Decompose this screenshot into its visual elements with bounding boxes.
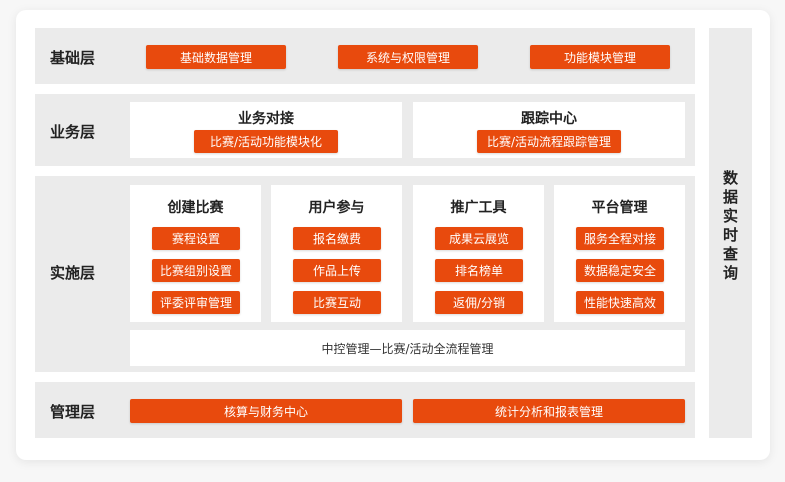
impl-item: 报名缴费 [293, 227, 381, 250]
impl-item: 比赛组别设置 [152, 259, 240, 282]
management-item-statistics: 统计分析和报表管理 [413, 399, 685, 423]
impl-item: 服务全程对接 [576, 227, 664, 250]
business-box-tracking: 跟踪中心 比赛/活动流程跟踪管理 [413, 102, 685, 158]
realtime-query-label: 数据实时查询 [721, 170, 739, 284]
impl-column-title: 平台管理 [591, 200, 648, 216]
management-item-finance: 核算与财务中心 [130, 399, 402, 423]
management-layer-label: 管理层 [50, 403, 96, 421]
business-box-item: 比赛/活动功能模块化 [194, 130, 338, 153]
impl-item: 排名榜单 [435, 259, 523, 282]
base-item-system-permission: 系统与权限管理 [338, 45, 478, 69]
business-box-item: 比赛/活动流程跟踪管理 [477, 130, 621, 153]
impl-column-create-contest: 创建比赛 赛程设置 比赛组别设置 评委评审管理 [130, 185, 261, 322]
impl-column-title: 推广工具 [450, 200, 507, 216]
impl-column-promotion-tools: 推广工具 成果云展览 排名榜单 返佣/分销 [413, 185, 544, 322]
impl-column-platform-management: 平台管理 服务全程对接 数据稳定安全 性能快速高效 [554, 185, 685, 322]
business-box-title: 业务对接 [238, 111, 294, 127]
impl-item: 性能快速高效 [576, 291, 664, 314]
base-item-data-management: 基础数据管理 [146, 45, 286, 69]
business-box-docking: 业务对接 比赛/活动功能模块化 [130, 102, 402, 158]
business-layer-label: 业务层 [50, 123, 96, 141]
business-box-title: 跟踪中心 [521, 111, 577, 127]
central-control-box: 中控管理—比赛/活动全流程管理 [130, 330, 685, 366]
implementation-layer-label: 实施层 [50, 264, 96, 282]
realtime-query-panel: 数据实时查询 [709, 28, 752, 438]
base-layer-label: 基础层 [50, 49, 96, 67]
impl-column-user-participation: 用户参与 报名缴费 作品上传 比赛互动 [271, 185, 402, 322]
impl-item: 返佣/分销 [435, 291, 523, 314]
impl-column-title: 用户参与 [308, 200, 365, 216]
impl-item: 成果云展览 [435, 227, 523, 250]
impl-item: 数据稳定安全 [576, 259, 664, 282]
impl-item: 评委评审管理 [152, 291, 240, 314]
impl-item: 赛程设置 [152, 227, 240, 250]
impl-column-title: 创建比赛 [167, 200, 224, 216]
impl-item: 比赛互动 [293, 291, 381, 314]
impl-item: 作品上传 [293, 259, 381, 282]
base-item-module-management: 功能模块管理 [530, 45, 670, 69]
